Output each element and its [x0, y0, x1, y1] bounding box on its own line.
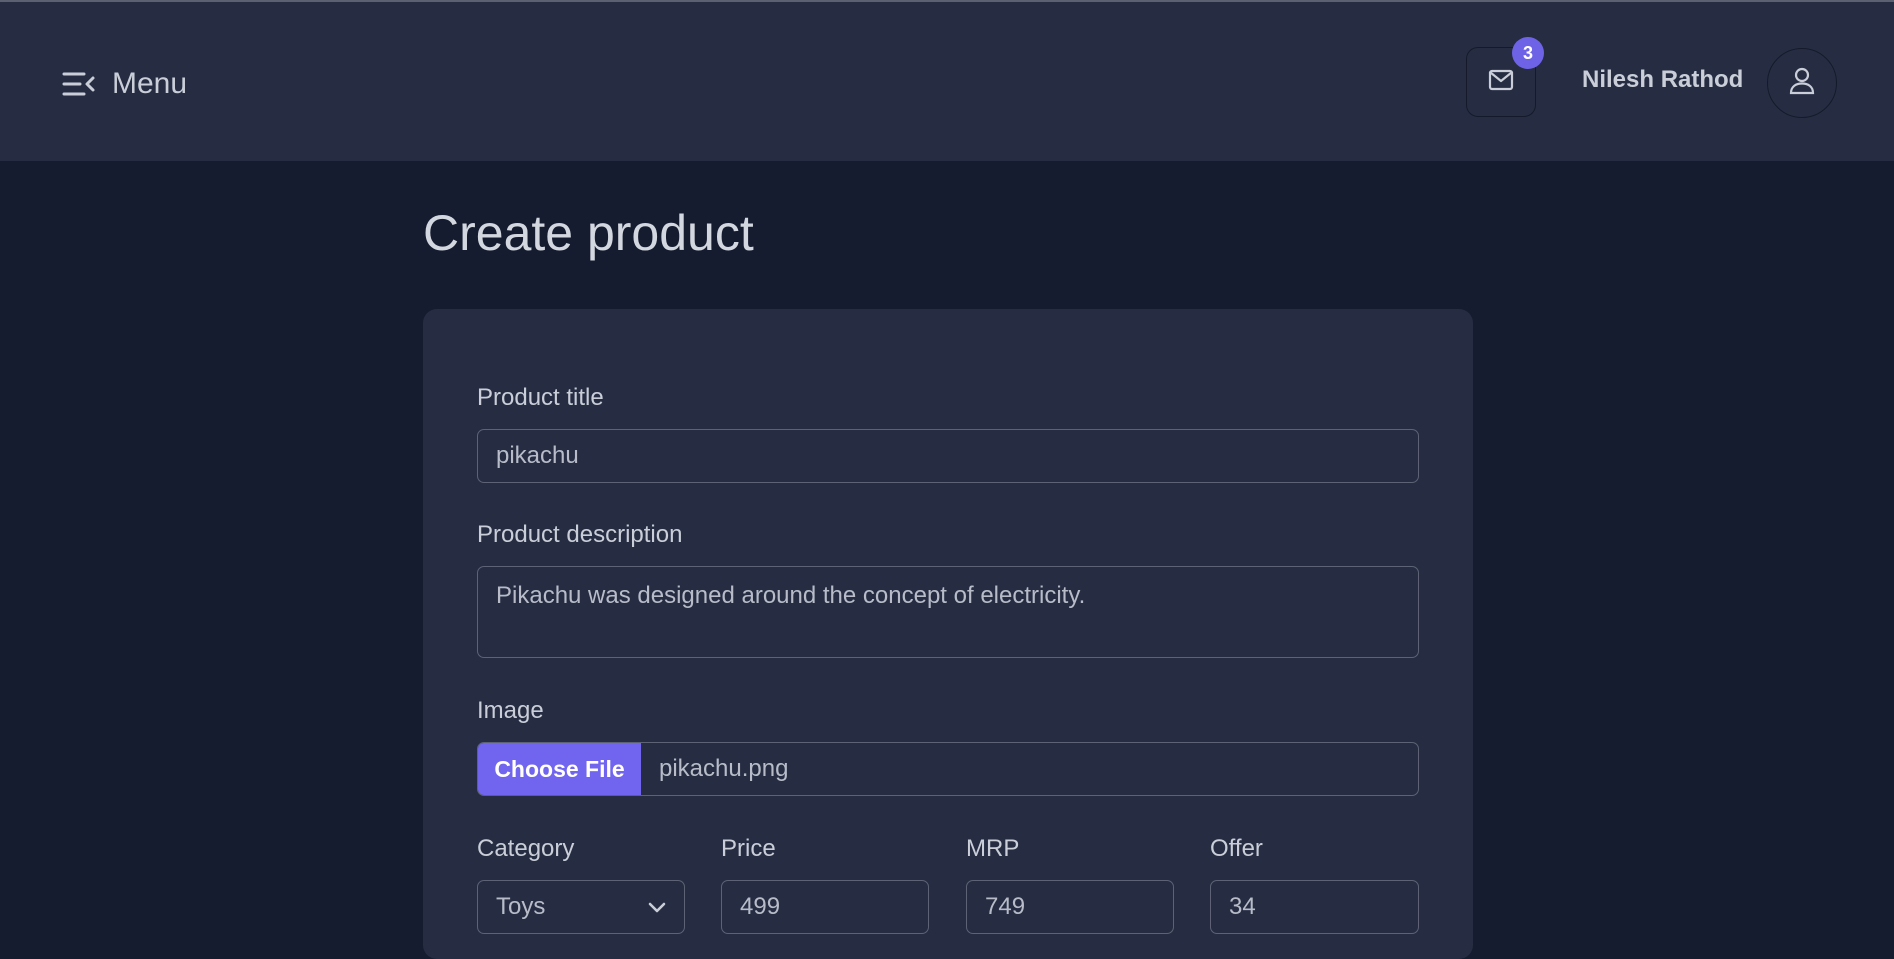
menu-label: Menu — [112, 67, 188, 100]
user-avatar-button[interactable] — [1767, 48, 1837, 118]
top-header: Menu 3 Nilesh Rathod — [0, 2, 1894, 161]
product-title-input[interactable] — [477, 429, 1419, 483]
offer-input[interactable] — [1210, 880, 1419, 934]
offer-label: Offer — [1210, 835, 1263, 862]
user-name: Nilesh Rathod — [1582, 66, 1744, 93]
image-file-input[interactable]: Choose File pikachu.png — [477, 742, 1419, 796]
mrp-label: MRP — [966, 835, 1020, 862]
page-title: Create product — [423, 205, 754, 261]
price-input[interactable] — [721, 880, 929, 934]
menu-toggle-button[interactable]: Menu — [62, 62, 187, 106]
create-product-form: Product title Product description Pikach… — [423, 309, 1473, 959]
product-title-label: Product title — [477, 384, 604, 411]
category-selected-value: Toys — [496, 893, 546, 920]
choose-file-button[interactable]: Choose File — [478, 743, 641, 795]
category-select[interactable]: Toys — [477, 880, 685, 934]
notification-count-badge: 3 — [1512, 37, 1544, 69]
chevron-down-icon — [648, 893, 666, 921]
mrp-input[interactable] — [966, 880, 1174, 934]
category-label: Category — [477, 835, 575, 862]
product-description-input[interactable]: Pikachu was designed around the concept … — [477, 566, 1419, 658]
menu-collapse-icon — [62, 71, 96, 97]
mail-icon — [1488, 69, 1514, 96]
product-description-label: Product description — [477, 521, 683, 548]
price-label: Price — [721, 835, 776, 862]
image-label: Image — [477, 697, 544, 724]
selected-file-name: pikachu.png — [659, 755, 789, 782]
user-icon — [1788, 66, 1816, 101]
